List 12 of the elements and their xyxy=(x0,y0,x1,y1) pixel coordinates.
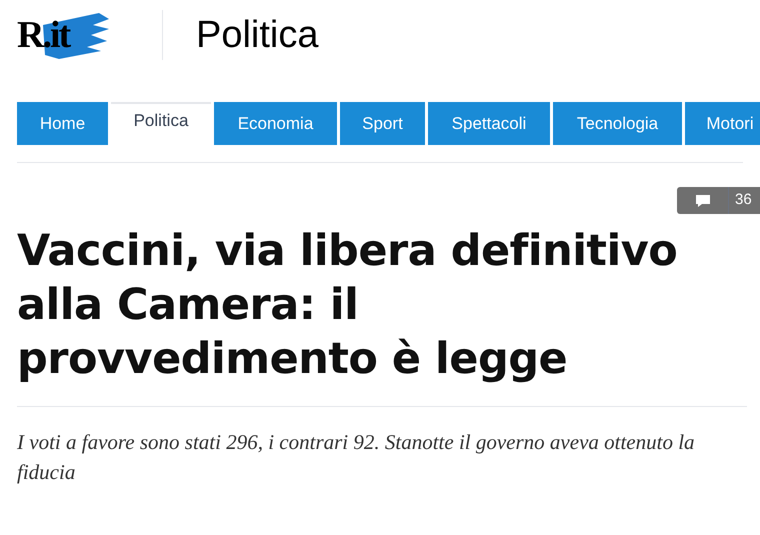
nav-tab[interactable]: Spettacoli xyxy=(428,102,550,145)
nav-tab[interactable]: Tecnologia xyxy=(553,102,682,145)
article-headline: Vaccini, via libera definitivo alla Camera: il provvedimento è legge xyxy=(16,225,678,386)
nav-tab[interactable]: Home xyxy=(17,102,108,145)
article-summary: I voti a favore sono stati 296, i contrari 92. Stanotte il governo aveva ottenuto la fiducia xyxy=(16,429,696,486)
nav-tab[interactable]: Sport xyxy=(340,102,425,145)
comment-counter[interactable]: 36 xyxy=(677,187,760,214)
speech-bubble-icon xyxy=(694,194,710,208)
nav-tab[interactable]: Motori xyxy=(685,102,760,145)
nav-tab[interactable]: Economia xyxy=(214,102,337,145)
section-title: Politica xyxy=(196,12,318,58)
comment-count: 36 xyxy=(734,190,753,210)
